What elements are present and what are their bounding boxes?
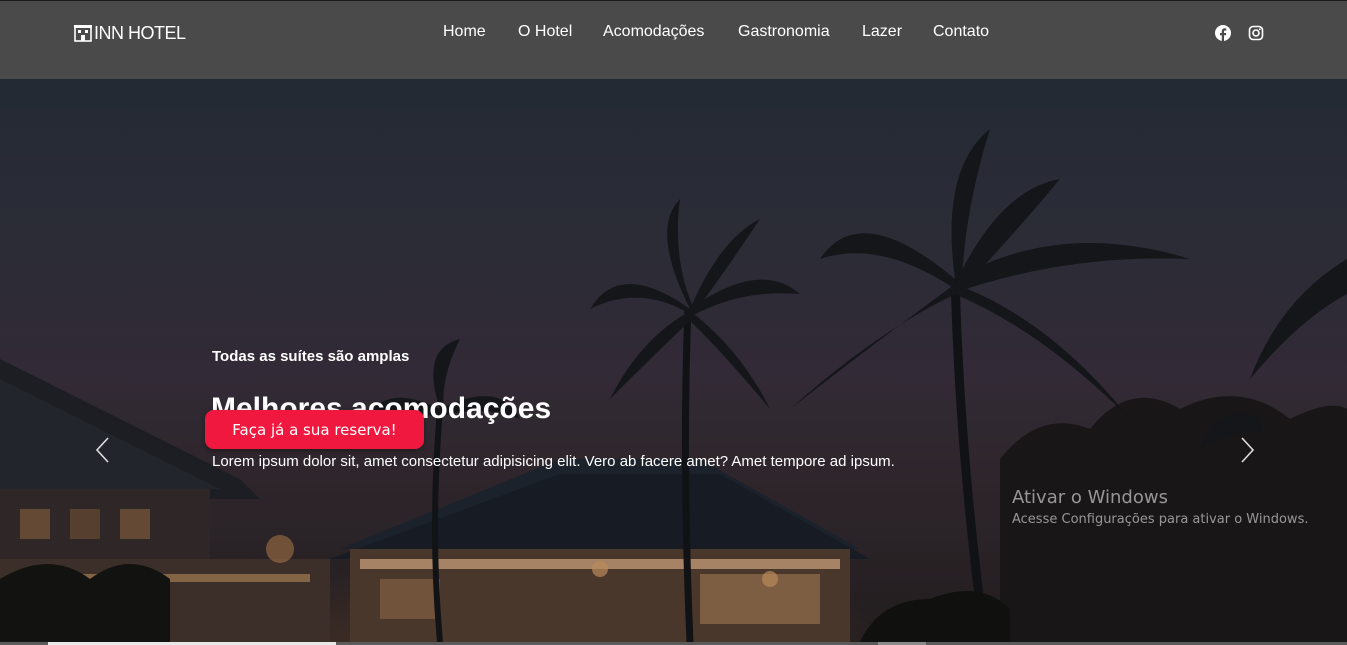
hotel-building-icon <box>74 25 92 42</box>
facebook-icon[interactable] <box>1214 24 1231 41</box>
nav-contato[interactable]: Contato <box>933 21 989 43</box>
nav-lazer[interactable]: Lazer <box>862 21 902 43</box>
hero-carousel: Todas as suítes são amplas Melhores acom… <box>0 79 1347 642</box>
logo[interactable]: INN HOTEL <box>74 23 186 43</box>
hero-text: Lorem ipsum dolor sit, amet consectetur … <box>212 453 895 470</box>
nav-home[interactable]: Home <box>443 21 486 43</box>
hero-eyebrow: Todas as suítes são amplas <box>212 348 410 365</box>
nav-gastronomia[interactable]: Gastronomia <box>738 21 830 43</box>
nav-o-hotel[interactable]: O Hotel <box>518 21 572 43</box>
site-header: INN HOTEL Home O Hotel Acomodações Gastr… <box>0 1 1347 79</box>
hero-overlay <box>0 79 1347 642</box>
carousel-prev-button[interactable] <box>92 434 112 466</box>
windows-activation-subtitle: Acesse Configurações para ativar o Windo… <box>1012 512 1309 527</box>
chevron-right-icon <box>1241 437 1255 463</box>
windows-activation-title: Ativar o Windows <box>1012 487 1168 508</box>
nav-acomodacoes[interactable]: Acomodações <box>603 21 704 43</box>
chevron-left-icon <box>95 437 109 463</box>
instagram-icon[interactable] <box>1247 24 1264 41</box>
reservation-button[interactable]: Faça já a sua reserva! <box>205 410 424 449</box>
logo-text: INN HOTEL <box>94 22 186 43</box>
carousel-next-button[interactable] <box>1238 434 1258 466</box>
